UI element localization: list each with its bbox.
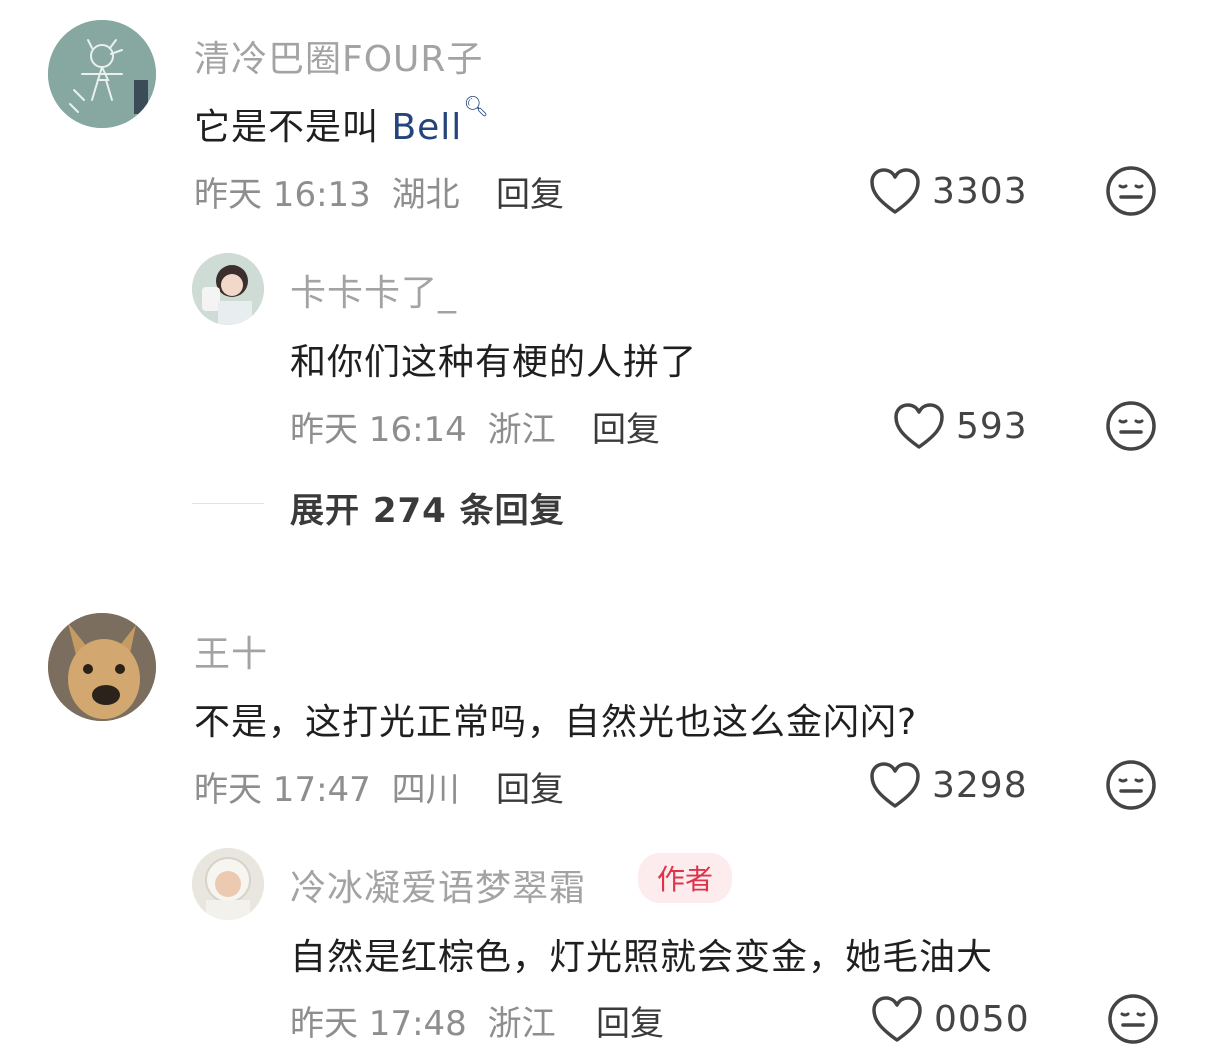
- comment-text-body: 它是不是叫: [194, 107, 392, 148]
- meh-face-icon: [1107, 994, 1159, 1049]
- like-button[interactable]: 0050: [870, 994, 1030, 1044]
- reply-username[interactable]: 卡卡卡了_: [290, 264, 457, 316]
- baby-photo-avatar-image: [192, 848, 264, 920]
- reply-button[interactable]: 回复: [496, 762, 564, 811]
- chalk-drawing-avatar-image: [48, 20, 156, 128]
- reply-meta: 昨天 16:14 浙江: [290, 402, 556, 451]
- dislike-button[interactable]: [1105, 165, 1157, 221]
- comment-meta: 昨天 17:47 四川: [194, 762, 460, 811]
- reply-text: 自然是红棕色，灯光照就会变金，她毛油大: [290, 937, 994, 978]
- expand-replies-button[interactable]: 展开 274 条回复: [290, 483, 565, 532]
- meh-face-icon: [1105, 401, 1157, 456]
- dislike-button[interactable]: [1107, 993, 1159, 1049]
- meh-face-icon: [1105, 760, 1157, 815]
- comment-location: 四川: [391, 770, 460, 810]
- reply-button[interactable]: 回复: [592, 402, 660, 451]
- avatar[interactable]: [48, 613, 156, 721]
- heart-outline-icon: [870, 994, 924, 1044]
- dislike-button[interactable]: [1105, 400, 1157, 456]
- comment-location: 湖北: [391, 175, 460, 215]
- reply-meta: 昨天 17:48 浙江: [290, 996, 556, 1045]
- comment-username[interactable]: 清冷巴圈FOUR子: [194, 30, 483, 82]
- search-icon[interactable]: 🔍︎: [463, 94, 489, 118]
- comment-time: 昨天 17:47: [194, 770, 371, 810]
- avatar[interactable]: [192, 253, 264, 325]
- reply-username[interactable]: 冷冰凝爱语梦翠霜: [290, 859, 586, 911]
- girl-photo-avatar-image: [192, 253, 264, 325]
- comment-time: 昨天 16:13: [194, 175, 371, 215]
- like-count: 0050: [934, 998, 1030, 1040]
- heart-outline-icon: [868, 166, 922, 216]
- dog-photo-avatar-image: [48, 613, 156, 721]
- expand-divider: [192, 503, 264, 504]
- author-badge: 作者: [638, 853, 732, 903]
- comment-username[interactable]: 王十: [194, 625, 268, 677]
- reply-button[interactable]: 回复: [496, 167, 564, 216]
- like-button[interactable]: 3298: [868, 760, 1028, 810]
- reply-time: 昨天 16:14: [290, 410, 467, 450]
- avatar[interactable]: [48, 20, 156, 128]
- heart-outline-icon: [892, 401, 946, 451]
- meh-face-icon: [1105, 166, 1157, 221]
- dislike-button[interactable]: [1105, 759, 1157, 815]
- comment-text: 它是不是叫 Bell🔍︎: [194, 94, 490, 150]
- reply-location: 浙江: [487, 1004, 556, 1044]
- reply-button[interactable]: 回复: [596, 996, 664, 1045]
- heart-outline-icon: [868, 760, 922, 810]
- search-link[interactable]: Bell: [391, 107, 462, 148]
- comment-meta: 昨天 16:13 湖北: [194, 167, 460, 216]
- comment-text: 不是，这打光正常吗，自然光也这么金闪闪?: [194, 702, 918, 743]
- like-button[interactable]: 3303: [868, 166, 1028, 216]
- like-count: 3303: [932, 170, 1028, 212]
- like-count: 3298: [932, 764, 1028, 806]
- like-count: 593: [956, 405, 1028, 447]
- reply-time: 昨天 17:48: [290, 1004, 467, 1044]
- reply-location: 浙江: [487, 410, 556, 450]
- like-button[interactable]: 593: [892, 401, 1028, 451]
- avatar[interactable]: [192, 848, 264, 920]
- reply-text: 和你们这种有梗的人拼了: [290, 342, 698, 383]
